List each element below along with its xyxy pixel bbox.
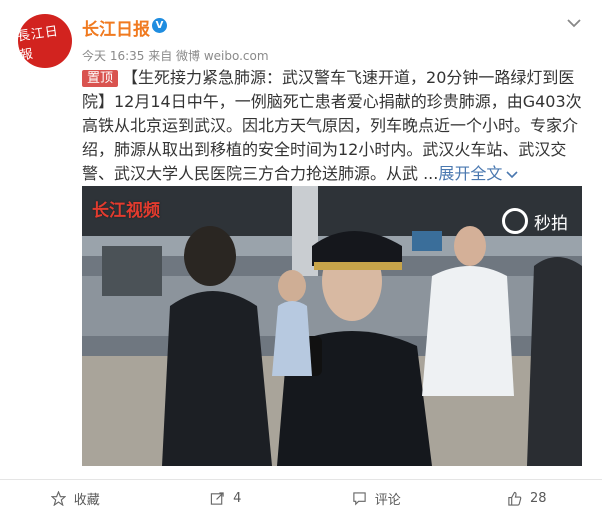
expand-label: 展开全文 — [438, 164, 503, 183]
verified-badge-icon: V — [152, 18, 167, 33]
repost-icon — [210, 491, 224, 505]
expand-full-text-link[interactable]: 展开全文 — [438, 164, 518, 183]
weibo-post-card: 長江日報 长江日报 V 今天 16:35 来自 微博 weibo.com 置顶【… — [0, 0, 602, 515]
repost-button[interactable]: 4 — [151, 481, 302, 515]
comment-button[interactable]: 评论 — [301, 481, 452, 515]
video-watermark-logo: 长江视频 — [92, 201, 160, 221]
favorite-label: 收藏 — [73, 492, 100, 508]
video-thumbnail[interactable]: 长江视频 秒拍 — [82, 186, 582, 466]
avatar[interactable]: 長江日報 — [16, 14, 72, 68]
action-bar-divider — [0, 479, 602, 480]
repost-count: 4 — [233, 490, 242, 506]
post-text-block: 置顶 【生死接力紧急肺源：武汉警车飞速开道，20分钟一路绿灯到医院】12月14日中… — [82, 66, 582, 186]
like-button[interactable]: 28 — [452, 481, 602, 515]
expand-chevron-icon — [506, 170, 518, 178]
avatar-logo-text: 長江日報 — [16, 24, 60, 64]
comment-label: 评论 — [374, 492, 401, 508]
favorite-button[interactable]: 收藏 — [0, 481, 151, 515]
video-watermark-miaopai: 秒拍 — [502, 208, 568, 234]
post-meta: 今天 16:35 来自 微博 weibo.com — [82, 49, 269, 63]
pinned-badge: 置顶 — [82, 70, 119, 87]
thumbs-up-icon — [508, 491, 522, 506]
star-icon — [50, 490, 66, 506]
like-count: 28 — [529, 490, 547, 506]
chevron-down-icon[interactable] — [565, 14, 583, 32]
action-bar: 收藏 4 评论 28 — [0, 481, 602, 515]
miaopai-icon — [502, 208, 528, 234]
miaopai-label: 秒拍 — [534, 213, 568, 234]
comment-icon — [353, 491, 366, 505]
author-name[interactable]: 长江日报 — [82, 15, 150, 40]
